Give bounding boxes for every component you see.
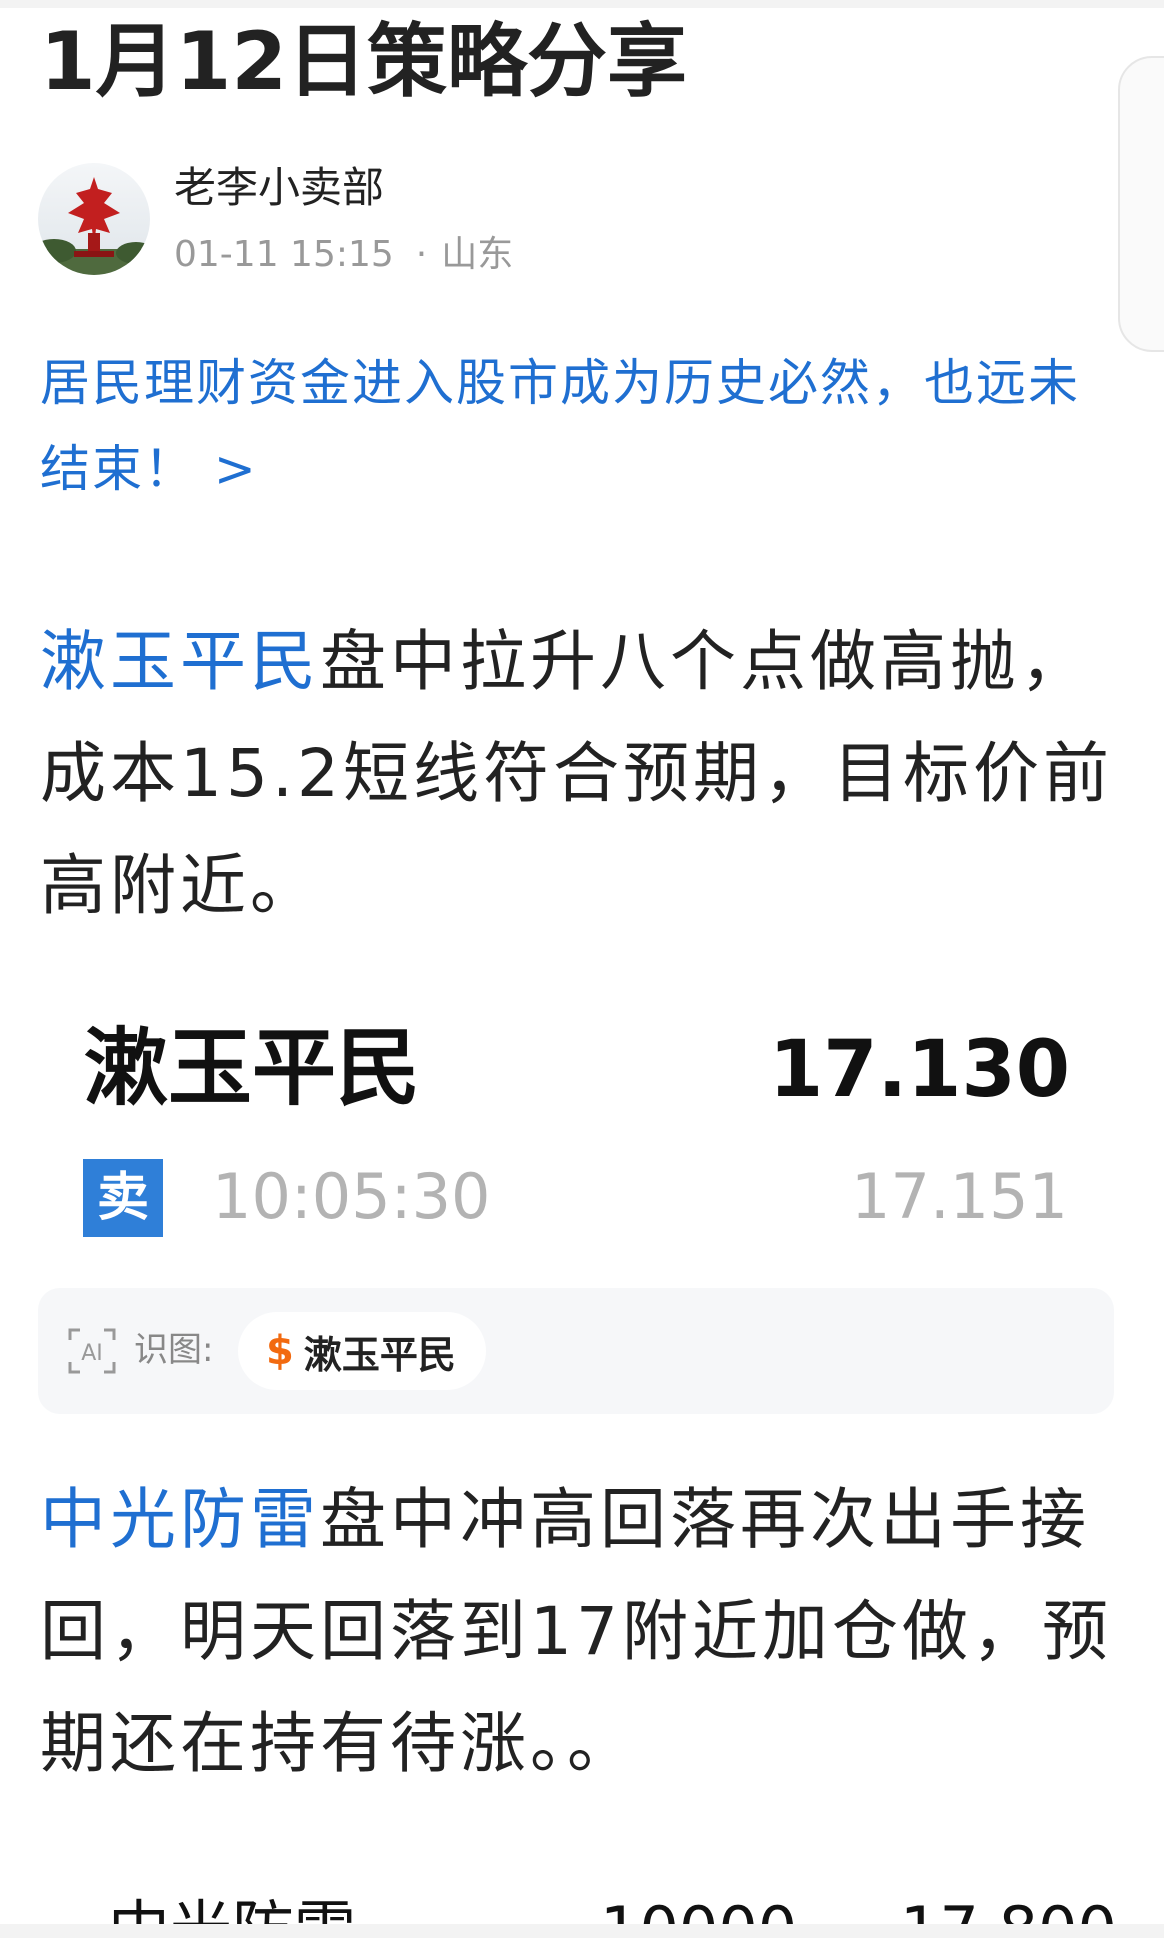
bottom-divider <box>0 1924 1164 1938</box>
post-meta: 01-11 15:15 · 山东 <box>174 232 513 278</box>
post-location: 山东 <box>441 234 514 275</box>
quote-time: 10:05:30 <box>212 1160 491 1233</box>
dollar-icon: $ <box>266 1328 294 1374</box>
sell-badge: 卖 <box>83 1159 163 1237</box>
quote-reference-price: 17.151 <box>851 1160 1068 1233</box>
article-title: 1月12日策略分享 <box>40 15 687 108</box>
ai-image-recognition-bar: AI 识图: $ 漱玉平民 <box>38 1288 1114 1414</box>
top-divider <box>0 0 1164 8</box>
svg-text:AI: AI <box>81 1341 103 1366</box>
meta-separator: · <box>415 234 428 275</box>
ai-recognition-label: 识图: <box>134 1330 214 1370</box>
author-avatar[interactable] <box>38 163 150 275</box>
quote-price: 17.130 <box>769 1025 1070 1115</box>
post-timestamp: 01-11 15:15 <box>174 234 394 275</box>
trade-quote-card: 漱玉平民 17.130 卖 10:05:30 17.151 <box>40 1000 1120 1254</box>
side-panel-tab[interactable] <box>1118 56 1164 352</box>
avatar-image <box>38 163 150 275</box>
recognized-stock-chip[interactable]: $ 漱玉平民 <box>238 1312 486 1390</box>
related-headline-link[interactable]: 居民理财资金进入股市成为历史必然，也远未结束！ > <box>40 340 1120 512</box>
recognized-stock-name: 漱玉平民 <box>303 1332 456 1377</box>
quote-stock-name: 漱玉平民 <box>84 1019 421 1117</box>
paragraph-2: 中光防雷盘中冲高回落再次出手接回，明天回落到17附近加仓做，预期还在持有待涨。。 <box>40 1464 1120 1800</box>
stock-link-1[interactable]: 漱玉平民 <box>40 623 320 700</box>
stock-link-2[interactable]: 中光防雷 <box>40 1481 320 1558</box>
paragraph-1: 漱玉平民盘中拉升八个点做高抛，成本15.2短线符合预期，目标价前高附近。 <box>40 606 1120 942</box>
ai-scan-icon: AI <box>68 1328 116 1374</box>
author-name[interactable]: 老李小卖部 <box>174 162 384 214</box>
